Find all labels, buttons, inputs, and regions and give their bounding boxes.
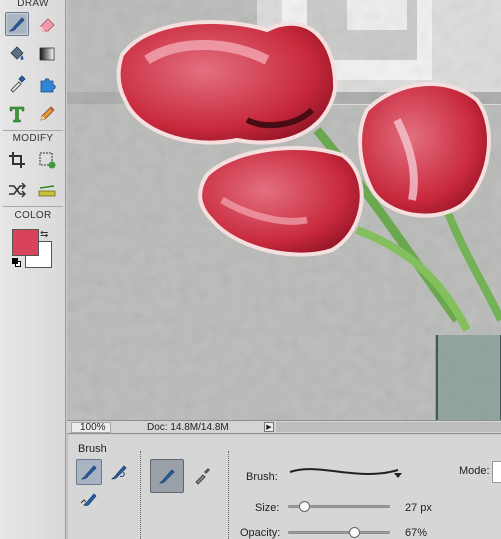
default-colors-icon[interactable] [12,258,18,264]
foreground-color-swatch[interactable] [12,229,39,256]
draw-section-label: DRAW [17,0,49,9]
straighten-tool-button[interactable] [35,178,59,202]
modify-section-label: MODIFY [12,133,54,144]
paint-bucket-icon [10,46,24,60]
brush-tool-button[interactable] [5,12,29,36]
impressionist-brush-button[interactable] [106,459,132,485]
opacity-slider-thumb[interactable] [348,527,360,538]
brush-preset-label: Brush: [246,471,278,483]
mode-select[interactable] [492,461,501,483]
options-separator [140,451,141,539]
brush-stroke-preview[interactable] [288,464,408,480]
document-canvas[interactable] [67,0,501,420]
tulip-watercolor-image [67,0,501,420]
status-menu-arrow-icon[interactable]: ▶ [264,422,274,432]
type-t-icon [9,106,25,123]
mode-label: Mode: [459,465,490,477]
brush-preset-dropdown-arrow[interactable] [394,473,402,478]
recompose-icon [39,152,56,169]
color-replacement-icon [80,493,97,506]
brush-icon [9,17,25,32]
type-tool-button[interactable] [5,102,29,126]
opacity-value: 67% [405,527,428,539]
pencil-icon [40,106,55,121]
impressionist-brush-icon [111,465,127,480]
opacity-label: Opacity: [240,527,281,539]
straighten-ruler-icon [38,185,56,197]
tool-options-title: Brush [78,443,107,455]
eyedropper-tool-button[interactable] [5,72,29,96]
paint-bucket-tool-button[interactable] [5,42,29,66]
airbrush-button[interactable] [189,463,215,489]
eraser-icon [39,18,55,32]
crop-tool-button[interactable] [5,148,29,172]
crop-icon [9,152,25,168]
zoom-level-field[interactable]: 100% [71,422,111,433]
size-slider-thumb[interactable] [298,501,310,512]
toolbox-divider [3,130,63,131]
brush-icon [81,465,97,480]
custom-shape-tool-button[interactable] [35,72,59,96]
eraser-tool-button[interactable] [35,12,59,36]
gradient-icon [39,47,55,61]
content-aware-move-tool-button[interactable] [5,178,29,202]
pencil-tool-button[interactable] [35,102,59,126]
airbrush-icon [195,468,210,485]
document-size-info: Doc: 14.8M/14.8M [147,422,229,433]
status-bar: 100% Doc: 14.8M/14.8M ▶ [67,420,501,434]
toolbox: DRAW MODIFY COLOR ⇆ [0,0,66,539]
size-label: Size: [255,502,280,514]
color-replacement-brush-button[interactable] [76,487,102,513]
swap-colors-icon[interactable]: ⇆ [40,229,48,240]
brush-icon [159,469,175,484]
puzzle-shape-icon [40,78,56,93]
tool-options-panel: Brush Brush: Mode: Size: 27 px Opacity: … [67,435,501,539]
shuffle-arrows-icon [9,182,26,198]
gradient-tool-button[interactable] [35,42,59,66]
options-separator [228,451,229,539]
horizontal-scrollbar[interactable] [276,422,501,432]
color-section-label: COLOR [14,210,52,221]
recompose-tool-button[interactable] [35,148,59,172]
size-value: 27 px [405,502,432,514]
brush-variant-button[interactable] [76,459,102,485]
airbrush-mode-toggle[interactable] [150,459,184,493]
eyedropper-icon [10,75,26,93]
opacity-slider-track[interactable] [288,531,390,534]
toolbox-divider [3,206,63,207]
